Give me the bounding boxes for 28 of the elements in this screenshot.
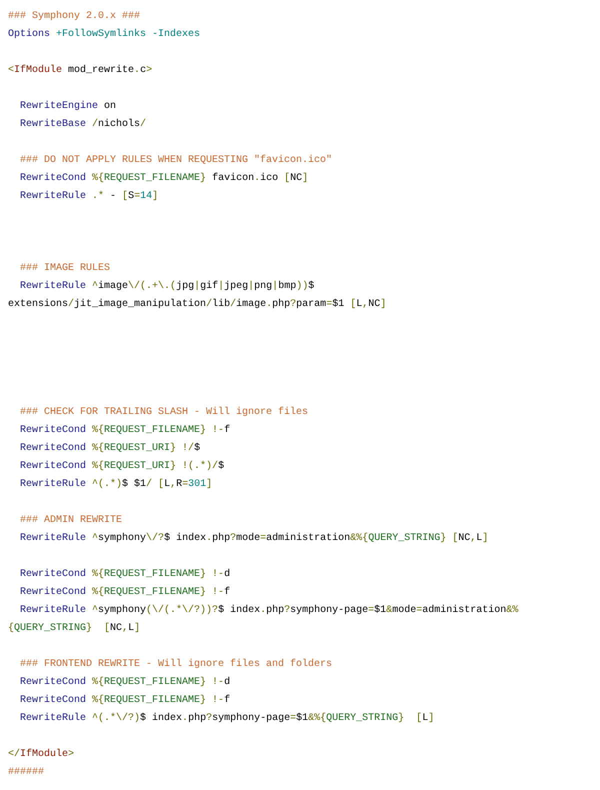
code-line: ### ADMIN REWRITE [19,514,122,528]
code-line: RewriteRule ^(.*)$ $1/ [L,R=301] [19,478,212,492]
code-line: RewriteCond %{REQUEST_URI} !(.*)/$ [19,460,224,474]
code-line: ### DO NOT APPLY RULES WHEN REQUESTING "favicon.ico" [19,154,332,168]
code-line: RewriteRule .* - [S=14] [19,190,158,204]
code-line: ### FRONTEND REWRITE - Will ignore files and folders [19,658,332,672]
code-line: ### Symphony 2.0.x ### [8,10,140,24]
code-line: RewriteCond %{REQUEST_FILENAME} favicon.ico [NC] [19,172,308,186]
code-line: RewriteCond %{REQUEST_FILENAME} !-f [19,586,230,600]
code-line: RewriteRule ^symphony(\/(.*\/?))?$ index.php?symphony-page=$1&mode=administration&% [19,604,518,618]
code-line: ### IMAGE RULES [19,262,110,276]
code-line: RewriteCond %{REQUEST_FILENAME} !-d [19,676,230,690]
code-line: RewriteRule ^(.*\/?)$ index.php?symphony-page=$1&%{QUERY_STRING} [L] [19,712,434,726]
code-line: {QUERY_STRING} [NC,L] [8,622,140,636]
code-line: RewriteRule ^image\/(.+\.(jpg|gif|jpeg|png|bmp))$ [19,280,314,294]
code-line: ### CHECK FOR TRAILING SLASH - Will ignore files [19,406,308,420]
code-line: ###### [8,766,44,780]
code-line: RewriteCond %{REQUEST_FILENAME} !-f [19,424,230,438]
code-line: Options +FollowSymlinks -Indexes [8,28,200,42]
code-line: RewriteBase /nichols/ [19,118,146,132]
code-line: <IfModule mod_rewrite.c> [8,64,152,78]
code-line: extensions/jit_image_manipulation/lib/image.php?param=$1 [L,NC] [8,298,386,312]
code-line: RewriteEngine on [19,100,116,114]
code-line: RewriteRule ^symphony\/?$ index.php?mode=administration&%{QUERY_STRING} [NC,L] [19,532,488,546]
code-line: RewriteCond %{REQUEST_FILENAME} !-d [19,568,230,582]
code-line: RewriteCond %{REQUEST_URI} !/$ [19,442,200,456]
code-line: RewriteCond %{REQUEST_FILENAME} !-f [19,694,230,708]
code-line: </IfModule> [8,748,74,762]
